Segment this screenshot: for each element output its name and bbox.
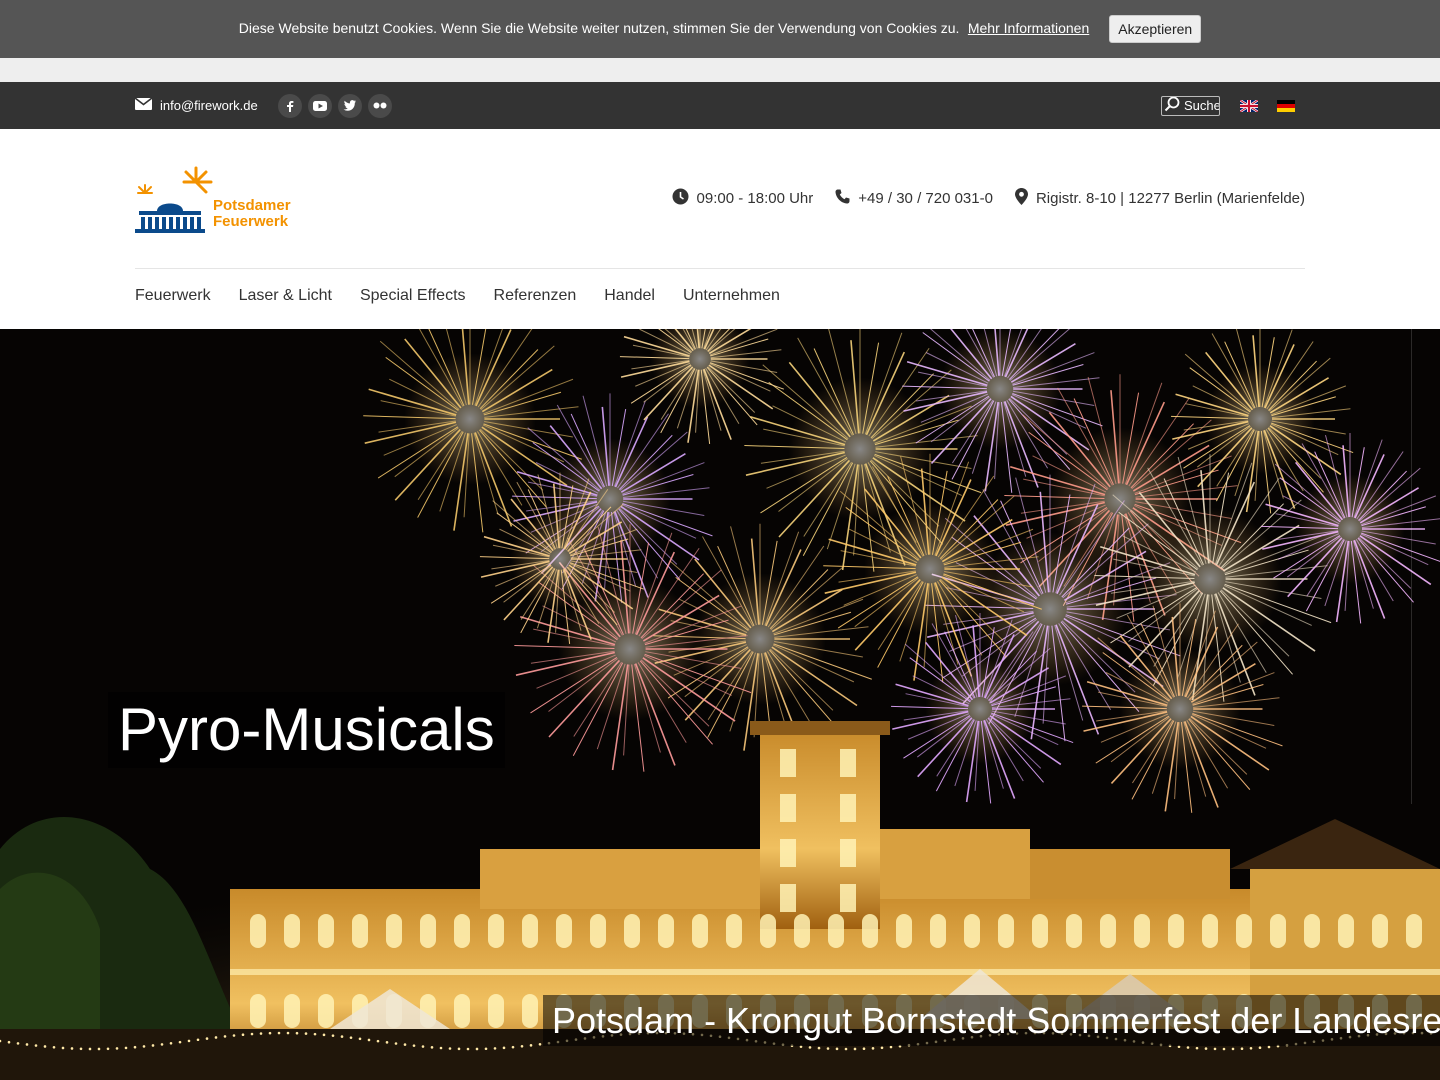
- logo-mark-icon: [135, 166, 213, 233]
- top-bar: info@firework.de Suche: [0, 82, 1440, 129]
- search-label: Suche: [1184, 98, 1220, 113]
- clock-icon: [672, 188, 689, 209]
- site-header: Potsdamer Feuerwerk 09:00 - 18:00 Uhr +4…: [0, 129, 1440, 329]
- slide-caption: Potsdam - Krongut Bornstedt Sommerfest d…: [543, 995, 1440, 1046]
- phone-icon: [835, 189, 850, 208]
- youtube-icon[interactable]: [307, 93, 332, 118]
- address-text: Rigistr. 8-10 | 12277 Berlin (Marienfeld…: [1035, 190, 1305, 207]
- twitter-icon[interactable]: [337, 93, 362, 118]
- main-navigation: Feuerwerk Laser & Licht Special Effects …: [135, 287, 780, 305]
- phone-number[interactable]: +49 / 30 / 720 031-0: [835, 189, 993, 208]
- german-flag-icon[interactable]: [1277, 99, 1295, 112]
- cookie-spacer: [0, 58, 1440, 82]
- accept-cookies-button[interactable]: Akzeptieren: [1109, 15, 1202, 43]
- email-text: info@firework.de: [160, 98, 258, 113]
- site-logo[interactable]: Potsdamer Feuerwerk: [135, 165, 300, 235]
- search-box[interactable]: Suche: [1161, 95, 1220, 116]
- nav-item-special-effects[interactable]: Special Effects: [360, 287, 466, 305]
- facebook-icon[interactable]: [277, 93, 302, 118]
- phone-text: +49 / 30 / 720 031-0: [858, 190, 993, 207]
- slider-edge: [1411, 329, 1412, 804]
- header-divider: [135, 268, 1305, 269]
- cookie-message: Diese Website benutzt Cookies. Wenn Sie …: [239, 20, 1089, 38]
- nav-item-feuerwerk[interactable]: Feuerwerk: [135, 287, 211, 305]
- language-switcher: [1240, 99, 1295, 112]
- logo-line-1: Potsdamer: [213, 197, 291, 214]
- location-pin-icon: [1014, 188, 1028, 209]
- social-links: [277, 93, 392, 118]
- address[interactable]: Rigistr. 8-10 | 12277 Berlin (Marienfeld…: [1014, 188, 1305, 209]
- cookie-text: Diese Website benutzt Cookies. Wenn Sie …: [238, 20, 960, 36]
- nav-item-referenzen[interactable]: Referenzen: [494, 287, 577, 305]
- contact-info: 09:00 - 18:00 Uhr +49 / 30 / 720 031-0 R…: [672, 188, 1305, 209]
- mail-icon: [134, 97, 153, 113]
- cookie-bar: Diese Website benutzt Cookies. Wenn Sie …: [0, 0, 1440, 58]
- slide-title: Pyro-Musicals: [108, 692, 505, 768]
- nav-item-unternehmen[interactable]: Unternehmen: [683, 287, 780, 305]
- nav-item-laser-licht[interactable]: Laser & Licht: [239, 287, 332, 305]
- flickr-icon[interactable]: [367, 93, 392, 118]
- logo-line-2: Feuerwerk: [213, 213, 289, 230]
- search-icon: [1164, 96, 1180, 115]
- logo-text: Potsdamer Feuerwerk: [213, 198, 291, 230]
- hours-text: 09:00 - 18:00 Uhr: [696, 190, 814, 207]
- opening-hours: 09:00 - 18:00 Uhr: [672, 188, 814, 209]
- nav-item-handel[interactable]: Handel: [604, 287, 655, 305]
- email-contact[interactable]: info@firework.de: [134, 97, 258, 113]
- uk-flag-icon[interactable]: [1240, 99, 1258, 112]
- hero-slider[interactable]: Pyro-Musicals Potsdam - Krongut Bornsted…: [0, 329, 1440, 1080]
- more-info-link[interactable]: Mehr Informationen: [968, 20, 1089, 36]
